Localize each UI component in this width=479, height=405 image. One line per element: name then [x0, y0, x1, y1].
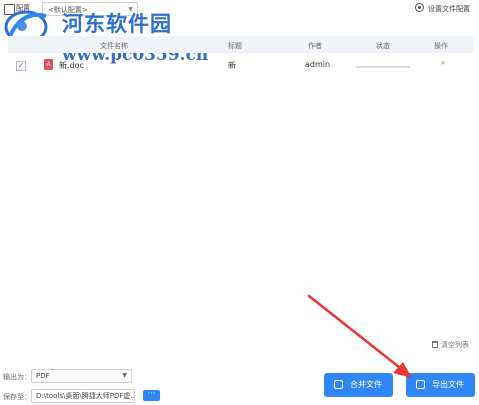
annotation-arrow	[307, 294, 412, 378]
